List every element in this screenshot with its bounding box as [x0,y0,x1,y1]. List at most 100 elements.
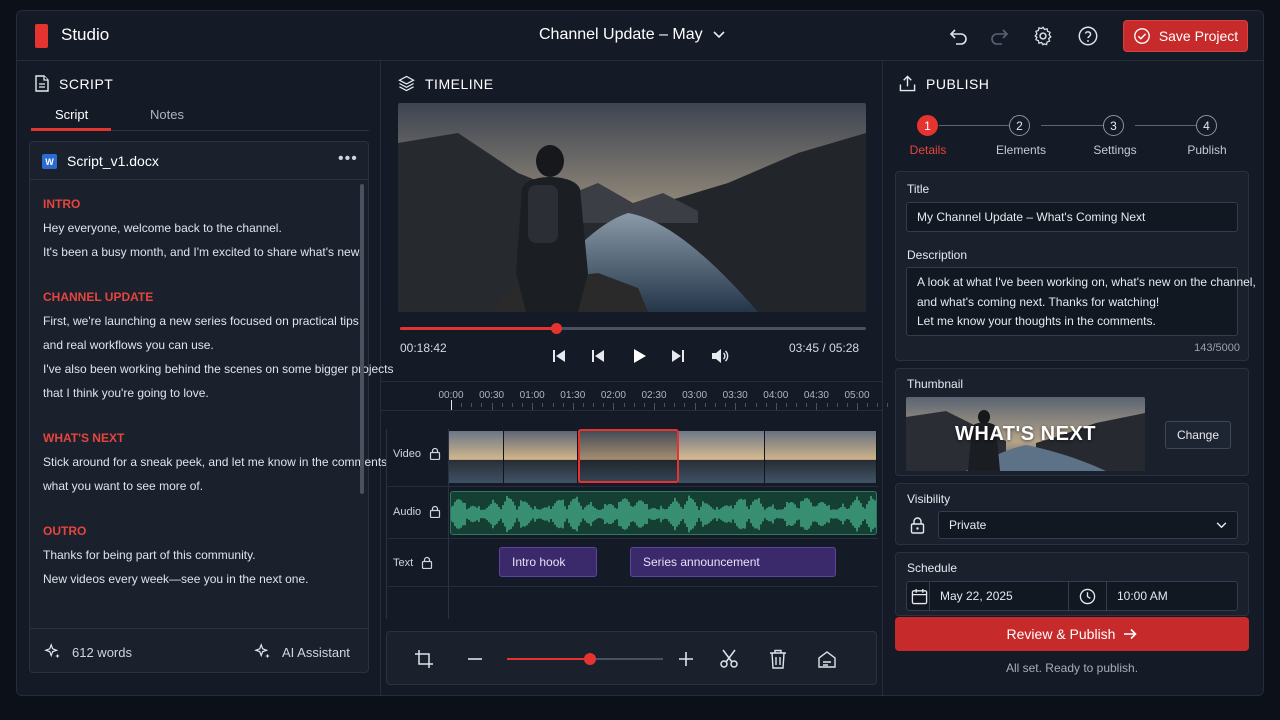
audio-track-name: Audio [393,505,422,518]
ruler-tick [735,403,737,410]
change-thumbnail-button[interactable]: Change [1165,421,1231,449]
timeline-ruler[interactable]: 00:00 00:30 01:00 01:30 02:00 02:30 03:00 03:30… [381,381,889,411]
section-heading: INTRO [43,197,81,211]
ruler-tick [491,403,493,410]
step-4-label[interactable]: Publish [1187,143,1226,157]
document-file-name: Script_v1.docx [67,153,159,169]
script-line: what you want to see more of. [43,479,204,493]
step-1-dot[interactable]: 1 [917,115,938,136]
text-clip-series-announcement[interactable]: Series announcement [630,547,836,577]
script-line: Stick around for a sneak peek, and let m… [43,455,388,469]
section-heading: CHANNEL UPDATE [43,290,154,304]
ruler-tick [755,403,757,407]
playhead-knob[interactable] [551,323,563,334]
timeline-tracks: Video Audio Text Intro hook Series annou… [386,429,878,619]
undo-icon[interactable] [947,24,971,48]
skip-back-icon[interactable] [549,347,569,365]
lock-icon[interactable] [421,556,433,569]
check-circle-icon [1133,28,1150,44]
script-line: and real workflows you can use. [43,338,214,352]
playhead-marker[interactable] [451,400,452,410]
video-preview[interactable] [398,103,866,312]
playback-scrubber[interactable] [400,323,866,334]
ruler-tick [542,403,544,407]
ruler-tick-label: 01:00 [519,390,545,401]
schedule-label: Schedule [907,561,958,575]
visibility-value: Private [949,518,987,532]
crop-icon[interactable] [413,648,435,670]
ruler-tick-label: 02:30 [641,390,667,401]
project-title-dropdown[interactable]: Channel Update – May [539,26,725,44]
magic-icon[interactable] [816,648,838,670]
video-track: Video [387,429,878,487]
script-scrollbar[interactable] [360,184,364,494]
volume-icon[interactable] [710,347,730,365]
ruler-tick [552,403,554,407]
text-track-name: Text [393,556,414,569]
title-input[interactable]: My Channel Update – What's Coming Next [906,202,1238,232]
step-2-dot[interactable]: 2 [1009,115,1030,136]
timeline-panel-header: TIMELINE [398,75,494,92]
audio-track: Audio [387,487,878,539]
step-4-dot[interactable]: 4 [1196,115,1217,136]
visibility-select[interactable]: Private [938,511,1238,539]
step-forward-icon[interactable] [668,347,688,365]
gear-icon[interactable] [1031,24,1055,48]
ruler-tick [765,403,767,407]
script-line: that I think you're going to love. [43,386,209,400]
review-publish-button[interactable]: Review & Publish [895,617,1249,651]
schedule-time-input[interactable]: 10:00 AM [1106,582,1237,610]
ruler-tick [481,403,483,407]
lock-icon[interactable] [429,505,441,518]
step-3-dot[interactable]: 3 [1103,115,1124,136]
save-project-button[interactable]: Save Project [1123,20,1248,52]
text-clip-intro-hook[interactable]: Intro hook [499,547,597,577]
play-icon[interactable] [629,347,649,365]
thumbnail-card: Thumbnail WHAT'S NEXT Change [895,368,1249,476]
ruler-tick [846,403,848,407]
minus-icon[interactable] [464,648,486,670]
audio-clip[interactable] [450,491,877,535]
zoom-knob[interactable] [583,653,596,665]
step-3-label[interactable]: Settings [1093,143,1136,157]
selected-video-clip[interactable] [578,429,679,483]
ai-assistant-button[interactable]: AI Assistant [254,643,350,661]
tab-notes[interactable]: Notes [150,107,184,122]
step-back-icon[interactable] [588,347,608,365]
lock-icon[interactable] [429,447,441,460]
ruler-tick-label: 05:00 [844,390,870,401]
calendar-icon [911,588,928,605]
step-1-label[interactable]: Details [910,143,947,157]
more-icon[interactable]: ••• [338,150,358,168]
ruler-tick [806,403,808,407]
description-textarea[interactable]: A look at what I've been working on, wha… [906,267,1256,336]
help-icon[interactable] [1076,24,1100,48]
plus-icon[interactable] [675,648,697,670]
visibility-card: Visibility Private [895,483,1249,545]
ruler-tick [511,403,513,407]
schedule-date-input[interactable]: May 22, 2025 [929,582,1068,610]
sparkle-icon [44,643,60,659]
ruler-tick [532,403,534,410]
app-name: Studio [61,25,110,44]
trash-icon[interactable] [767,648,789,670]
ruler-tick [461,403,463,407]
zoom-slider[interactable] [507,653,663,665]
time-position: 03:45 / 05:28 [789,341,859,355]
section-heading: OUTRO [43,524,87,538]
tab-script[interactable]: Script [55,107,88,122]
ruler-tick [877,403,879,407]
redo-icon[interactable] [987,24,1011,48]
time-separator: / [822,341,826,355]
description-line: and what's coming next. Thanks for watch… [917,294,1160,309]
schedule-card: Schedule May 22, 2025 10:00 AM [895,552,1249,616]
details-card: Title My Channel Update – What's Coming … [895,171,1256,361]
script-panel-title: SCRIPT [59,75,114,92]
schedule-fields: May 22, 2025 10:00 AM [906,581,1238,611]
ruler-tick [501,403,503,407]
script-text[interactable]: INTRO Hey everyone, welcome back to the … [43,192,394,591]
position-time: 03:45 [789,341,820,355]
ruler-tick [816,403,818,410]
step-2-label[interactable]: Elements [996,143,1046,157]
scissors-icon[interactable] [718,648,740,670]
